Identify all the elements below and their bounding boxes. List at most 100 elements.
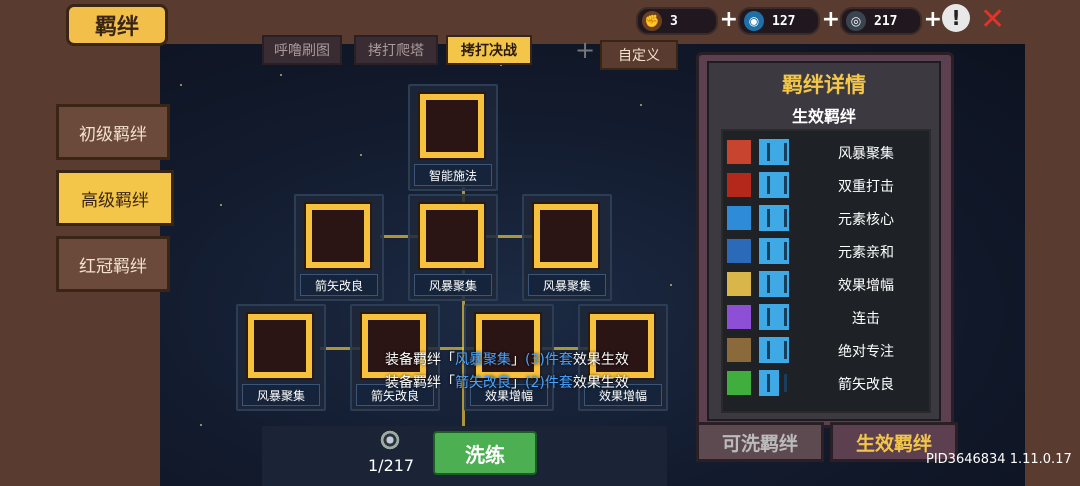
currency-gem-value: 127 <box>772 13 796 29</box>
ring-count: 1/217 <box>368 456 415 475</box>
add-ring-button[interactable]: + <box>924 7 942 32</box>
bond-node-label: 箭矢改良 <box>300 274 378 296</box>
tab-custom[interactable]: 自定义 <box>600 40 678 70</box>
add-tab-button[interactable]: + <box>570 35 600 65</box>
bond-frame <box>532 202 600 270</box>
bond-node-storm[interactable]: 风暴聚集 <box>408 194 498 301</box>
tab-tower[interactable]: 拷打爬塔 <box>354 35 438 65</box>
star <box>220 204 222 206</box>
bond-node-label: 风暴聚集 <box>528 274 606 296</box>
sidebar-item-advanced[interactable]: 高级羁绊 <box>56 170 174 226</box>
panel-subtitle: 生效羁绊 <box>791 107 856 126</box>
storm-icon <box>426 210 478 262</box>
level-bars-icon <box>759 139 789 165</box>
star <box>180 84 182 86</box>
element-core-icon <box>725 204 753 232</box>
build-id: PID3646834 1.11.0.17 <box>926 452 1072 467</box>
tab-farm[interactable]: 呼噜刷图 <box>262 35 342 65</box>
bond-frame <box>588 312 656 380</box>
star <box>200 424 202 426</box>
list-item[interactable]: 元素核心 <box>725 203 927 233</box>
bond-name: 连击 <box>852 311 880 327</box>
wash-button[interactable]: 洗练 <box>433 431 537 475</box>
bond-name: 元素亲和 <box>838 245 894 261</box>
fist-icon: ✊ <box>642 11 662 31</box>
arrow-icon <box>725 369 753 397</box>
page-title: 羁绊 <box>66 4 168 46</box>
bond-details-panel: 羁绊详情 生效羁绊 风暴聚集 双重打击 元素核心 元素亲和 效果增幅 连击 绝对… <box>696 52 954 428</box>
bond-node-smart-cast[interactable]: 智能施法 <box>408 84 498 191</box>
double-strike-icon <box>725 171 753 199</box>
currency-ring: ◎ 217 + <box>840 7 942 35</box>
list-item[interactable]: 风暴聚集 <box>725 137 927 167</box>
list-item[interactable]: 绝对专注 <box>725 335 927 365</box>
storm-icon <box>254 320 306 372</box>
bond-node-label: 风暴聚集 <box>242 384 320 406</box>
add-fist-button[interactable]: + <box>720 7 738 32</box>
bond-frame <box>246 312 314 380</box>
level-bars-icon <box>759 238 789 264</box>
tip-mid: 」 <box>511 352 525 368</box>
tab-washable-bonds[interactable]: 可洗羁绊 <box>696 422 824 462</box>
list-item[interactable]: 箭矢改良 <box>725 368 927 398</box>
bond-node-arrow[interactable]: 箭矢改良 <box>294 194 384 301</box>
tip-mid: 」 <box>511 375 525 391</box>
star <box>640 104 642 106</box>
tip-suffix: 效果生效 <box>572 375 629 391</box>
hourglass-icon <box>725 336 753 364</box>
star <box>280 74 282 76</box>
combo-icon <box>725 303 753 331</box>
bond-node-storm[interactable]: 风暴聚集 <box>522 194 612 301</box>
currency-fist-value: 3 <box>670 13 678 29</box>
bond-frame <box>304 202 372 270</box>
set-effect-message: 装备羁绊「风暴聚集」(3)件套效果生效 <box>385 349 629 369</box>
bond-name: 箭矢改良 <box>838 377 894 393</box>
tab-showdown[interactable]: 拷打决战 <box>446 35 532 65</box>
list-item[interactable]: 元素亲和 <box>725 236 927 266</box>
bond-node-storm[interactable]: 风暴聚集 <box>236 304 326 411</box>
active-bond-list[interactable]: 风暴聚集 双重打击 元素核心 元素亲和 效果增幅 连击 绝对专注 箭矢改良 <box>721 129 931 413</box>
level-bars-icon <box>759 271 789 297</box>
panel-inner: 羁绊详情 生效羁绊 风暴聚集 双重打击 元素核心 元素亲和 效果增幅 连击 绝对… <box>707 61 941 421</box>
storm-icon <box>540 210 592 262</box>
tip-bond-name: 箭矢改良 <box>455 375 511 391</box>
list-item[interactable]: 双重打击 <box>725 170 927 200</box>
bond-frame <box>418 202 486 270</box>
bond-frame <box>418 92 486 160</box>
tip-count: (2)件套 <box>525 375 573 391</box>
bond-frame <box>474 312 542 380</box>
bond-name: 双重打击 <box>838 179 894 195</box>
sidebar-item-basic[interactable]: 初级羁绊 <box>56 104 170 160</box>
list-item[interactable]: 效果增幅 <box>725 269 927 299</box>
bond-name: 风暴聚集 <box>838 146 894 162</box>
ring-icon: ◎ <box>846 11 866 31</box>
level-bars-icon <box>759 205 789 231</box>
level-bars-icon <box>759 304 789 330</box>
storm-icon <box>725 138 753 166</box>
bond-name: 效果增幅 <box>838 278 894 294</box>
tip-prefix: 装备羁绊「 <box>385 375 455 391</box>
add-gem-button[interactable]: + <box>822 7 840 32</box>
bond-frame <box>360 312 428 380</box>
panel-title: 羁绊详情 <box>782 73 866 97</box>
arrows-icon <box>312 210 364 262</box>
tip-count: (3)件套 <box>525 352 573 368</box>
star <box>670 284 672 286</box>
tip-prefix: 装备羁绊「 <box>385 352 455 368</box>
level-bars-icon <box>759 337 789 363</box>
gem-icon: ◉ <box>744 11 764 31</box>
alert-button[interactable]: ! <box>942 4 970 32</box>
effect-amp-icon <box>725 270 753 298</box>
gear-icon <box>426 100 478 152</box>
list-item[interactable]: 连击 <box>725 302 927 332</box>
sidebar-item-redcrown[interactable]: 红冠羁绊 <box>56 236 170 292</box>
currency-ring-value: 217 <box>874 13 898 29</box>
element-affinity-icon <box>725 237 753 265</box>
ring-icon <box>380 430 400 450</box>
tip-bond-name: 风暴聚集 <box>455 352 511 368</box>
set-effect-message: 装备羁绊「箭矢改良」(2)件套效果生效 <box>385 372 629 392</box>
star <box>360 154 362 156</box>
currency-gem: ◉ 127 + <box>738 7 840 35</box>
close-button[interactable]: ✕ <box>980 2 1005 37</box>
bond-node-label: 智能施法 <box>414 164 492 186</box>
